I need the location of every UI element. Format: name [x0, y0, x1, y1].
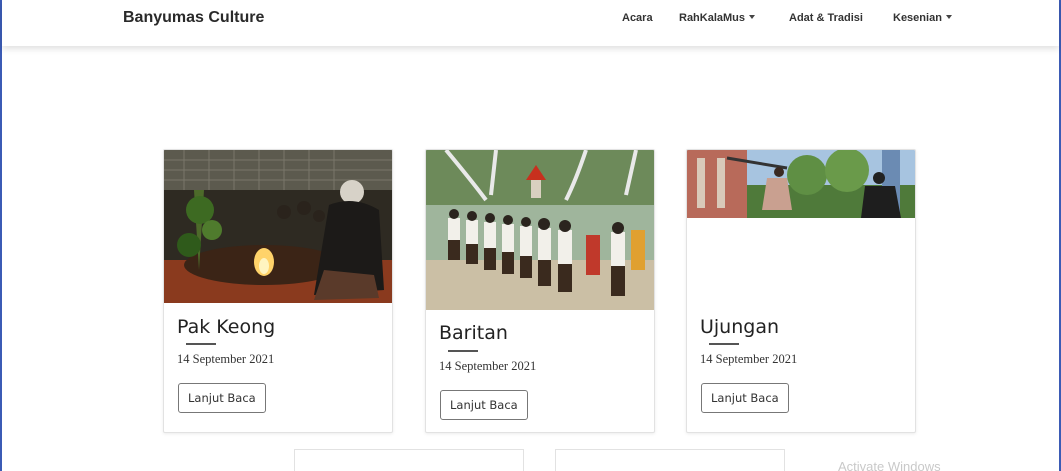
card-title: Baritan	[439, 322, 508, 344]
card-date: 14 September 2021	[700, 352, 798, 366]
nav-item-label: Kesenian	[893, 12, 942, 24]
title-divider	[709, 343, 739, 345]
nav-item-label: RahKalaMus	[679, 12, 746, 24]
nav-item-rahkalamus[interactable]: RahKalaMus	[679, 12, 756, 24]
card-date: 14 September 2021	[439, 359, 537, 373]
title-divider	[186, 343, 216, 345]
nav-item-label: Adat & Tradisi	[789, 12, 863, 24]
nav-item-kesenian[interactable]: Kesenian	[893, 12, 952, 24]
article-card: Baritan 14 September 2021 Lanjut Baca	[425, 149, 655, 433]
card-title: Ujungan	[700, 316, 780, 338]
title-divider	[448, 350, 478, 352]
card-image[interactable]	[164, 150, 392, 303]
article-card-partial	[294, 449, 524, 471]
nav-item-adat-tradisi[interactable]: Adat & Tradisi	[789, 12, 863, 24]
card-image[interactable]	[687, 150, 915, 218]
nav-item-acara[interactable]: Acara	[622, 12, 653, 24]
card-title: Pak Keong	[177, 316, 276, 338]
brand-logo[interactable]: Banyumas Culture	[123, 9, 264, 27]
caret-down-icon	[945, 15, 952, 19]
card-image[interactable]	[426, 150, 654, 310]
article-card-partial	[555, 449, 785, 471]
card-date: 14 September 2021	[177, 352, 275, 366]
article-card: Pak Keong 14 September 2021 Lanjut Baca	[163, 149, 393, 433]
lanjut-baca-button[interactable]: Lanjut Baca	[440, 390, 528, 420]
lanjut-baca-button[interactable]: Lanjut Baca	[178, 383, 266, 413]
article-card: Ujungan 14 September 2021 Lanjut Baca	[686, 149, 916, 433]
activate-windows-watermark: Activate Windows	[838, 459, 941, 471]
caret-down-icon	[749, 15, 756, 19]
navbar: Banyumas Culture Acara RahKalaMus Adat &…	[2, 0, 1059, 46]
lanjut-baca-button[interactable]: Lanjut Baca	[701, 383, 789, 413]
nav-item-label: Acara	[622, 12, 653, 24]
